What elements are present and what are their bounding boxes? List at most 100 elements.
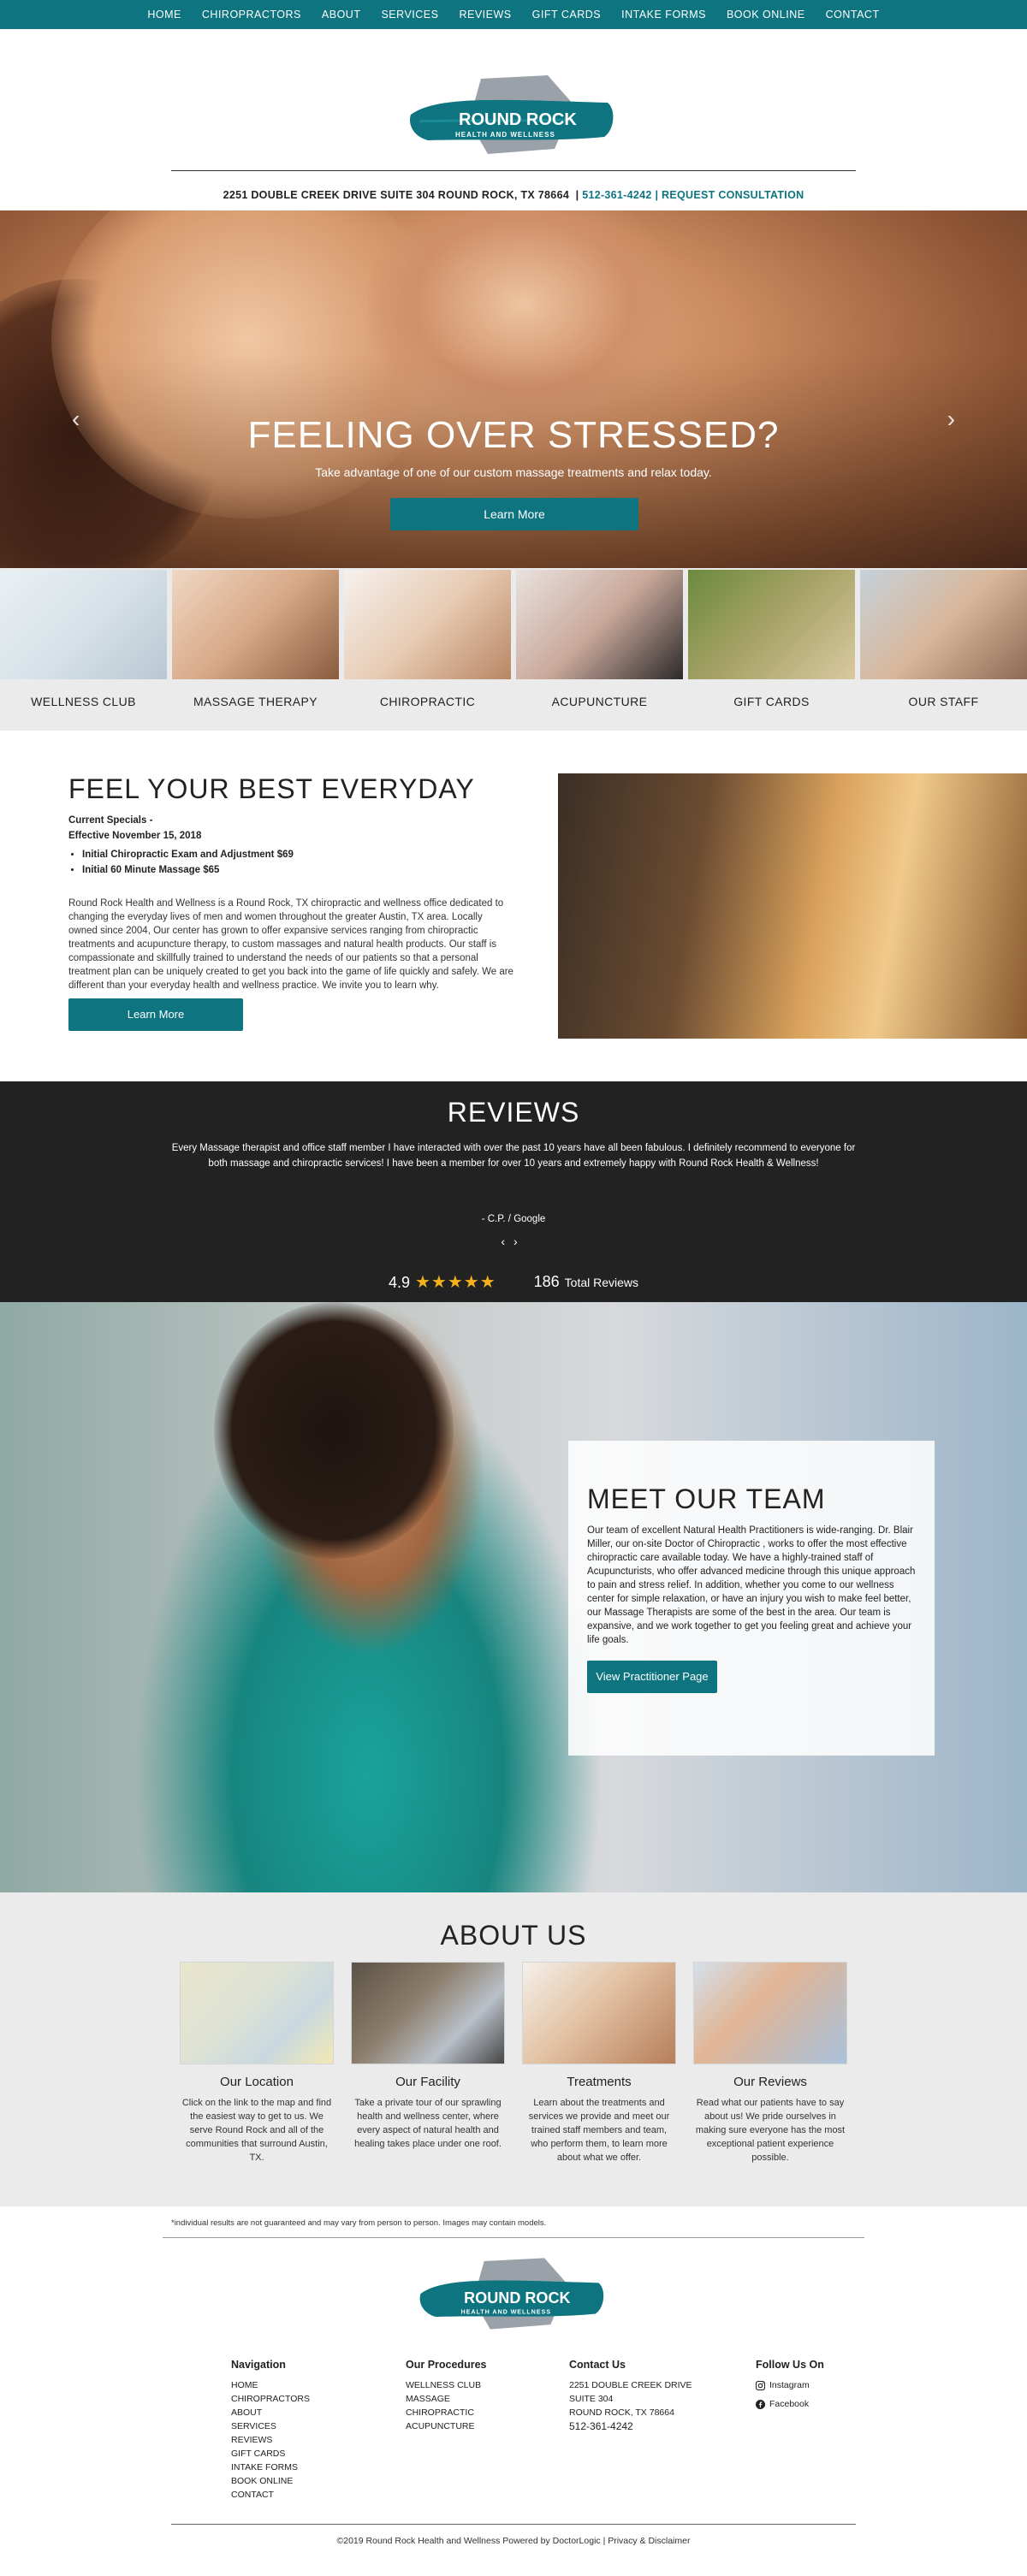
hero-slider: ‹ › FEELING OVER STRESSED? Take advantag…	[0, 210, 1027, 568]
footer-divider	[171, 2524, 856, 2525]
footer-navigation: Navigation HOME CHIROPRACTORS ABOUT SERV…	[231, 2358, 310, 2502]
about-location[interactable]: Our Location Click on the link to the ma…	[180, 1962, 334, 2164]
footer-link-gift-cards[interactable]: GIFT CARDS	[231, 2449, 285, 2459]
social-label: Facebook	[769, 2399, 810, 2409]
footer-heading: Navigation	[231, 2359, 286, 2371]
contact-line: ROUND ROCK, TX 78664	[569, 2407, 674, 2418]
view-practitioner-button[interactable]: View Practitioner Page	[587, 1661, 717, 1693]
about-item-text: Read what our patients have to say about…	[695, 2098, 846, 2163]
total-reviews-count: 186	[533, 1273, 560, 1290]
review-controls: ‹›	[0, 1235, 1027, 1248]
about-item-title: Our Facility	[395, 2075, 460, 2089]
tile-chiropractic[interactable]: CHIROPRACTIC	[344, 570, 511, 731]
about-title: ABOUT US	[440, 1920, 587, 1951]
nav-reviews[interactable]: REVIEWS	[448, 0, 521, 29]
site-header: ROUND ROCK HEALTH AND WELLNESS	[0, 29, 1027, 180]
nav-book-online[interactable]: BOOK ONLINE	[716, 0, 816, 29]
about-facility[interactable]: Our Facility Take a private tour of our …	[351, 1962, 505, 2164]
team-text: Our team of excellent Natural Health Pra…	[587, 1525, 916, 1645]
footer-procedures: Our Procedures WELLNESS CLUB MASSAGE CHI…	[406, 2358, 486, 2433]
request-consultation-link[interactable]: REQUEST CONSULTATION	[662, 189, 804, 201]
nav-contact[interactable]: CONTACT	[816, 0, 890, 29]
logo-text: ROUND ROCK	[459, 110, 577, 129]
facility-image	[351, 1962, 505, 2064]
reviews-image	[693, 1962, 847, 2064]
tile-image	[860, 570, 1027, 679]
specials-date: Effective November 15, 2018	[68, 831, 202, 841]
footer-link-massage[interactable]: MASSAGE	[406, 2394, 450, 2404]
phone-link[interactable]: 512-361-4242	[582, 189, 651, 201]
about-reviews[interactable]: Our Reviews Read what our patients have …	[693, 1962, 847, 2164]
feel-learn-more-button[interactable]: Learn More	[68, 998, 243, 1031]
footer-link-contact[interactable]: CONTACT	[231, 2490, 274, 2500]
site-logo[interactable]: ROUND ROCK HEALTH AND WELLNESS	[402, 70, 625, 159]
runners-photo	[558, 773, 1027, 1039]
facebook-icon	[756, 2399, 765, 2409]
about-grid: Our Location Click on the link to the ma…	[0, 1962, 1027, 2164]
nav-gift-cards[interactable]: GIFT CARDS	[522, 0, 611, 29]
tile-massage-therapy[interactable]: MASSAGE THERAPY	[172, 570, 339, 731]
footer-link-chiropractic[interactable]: CHIROPRACTIC	[406, 2407, 474, 2418]
hero-subtitle: Take advantage of one of our custom mass…	[315, 465, 712, 479]
footer-link-book-online[interactable]: BOOK ONLINE	[231, 2476, 293, 2486]
footer-logo[interactable]: ROUND ROCK HEALTH AND WELLNESS	[411, 2253, 616, 2334]
feel-description: Round Rock Health and Wellness is a Roun…	[68, 898, 514, 991]
tile-label: MASSAGE THERAPY	[193, 695, 318, 708]
tile-image	[172, 570, 339, 679]
current-specials: Current Specials - Effective November 15…	[68, 813, 514, 881]
about-treatments[interactable]: Treatments Learn about the treatments an…	[522, 1962, 676, 2164]
facebook-link[interactable]: Facebook	[756, 2397, 824, 2411]
footer-link-chiropractors[interactable]: CHIROPRACTORS	[231, 2394, 310, 2404]
meet-our-team-section: MEET OUR TEAM Our team of excellent Natu…	[0, 1302, 1027, 1892]
logo-tagline: HEALTH AND WELLNESS	[455, 131, 555, 139]
tile-image	[688, 570, 855, 679]
chevron-right-icon[interactable]: ›	[514, 1235, 526, 1248]
about-us-section: ABOUT US Our Location Click on the link …	[0, 1892, 1027, 2206]
tile-image	[0, 570, 167, 679]
tile-image	[516, 570, 683, 679]
footer-heading: Our Procedures	[406, 2359, 487, 2371]
site-footer: ROUND ROCK HEALTH AND WELLNESS Navigatio…	[0, 2238, 1027, 2576]
footer-link-home[interactable]: HOME	[231, 2380, 258, 2390]
about-item-title: Our Location	[220, 2075, 294, 2089]
nav-about[interactable]: ABOUT	[312, 0, 371, 29]
reviews-section: REVIEWS Every Massage therapist and offi…	[0, 1081, 1027, 1302]
tile-acupuncture[interactable]: ACUPUNCTURE	[516, 570, 683, 731]
instagram-link[interactable]: Instagram	[756, 2378, 824, 2392]
nav-intake-forms[interactable]: INTAKE FORMS	[611, 0, 716, 29]
specials-list: Initial Chiropractic Exam and Adjustment…	[82, 847, 514, 878]
footer-phone-link[interactable]: 512-361-4242	[569, 2420, 633, 2432]
contact-line: SUITE 304	[569, 2394, 614, 2404]
nav-chiropractors[interactable]: CHIROPRACTORS	[192, 0, 312, 29]
tile-label: WELLNESS CLUB	[31, 695, 136, 708]
total-reviews-label: Total Reviews	[564, 1276, 639, 1289]
hero-learn-more-button[interactable]: Learn More	[390, 498, 638, 530]
tile-wellness-club[interactable]: WELLNESS CLUB	[0, 570, 167, 731]
nav-home[interactable]: HOME	[137, 0, 192, 29]
rating-value: 4.9	[388, 1274, 410, 1291]
footer-link-services[interactable]: SERVICES	[231, 2421, 276, 2431]
logo-text: ROUND ROCK	[464, 2289, 570, 2307]
social-label: Instagram	[769, 2380, 810, 2390]
footer-link-reviews[interactable]: REVIEWS	[231, 2435, 272, 2445]
nav-services[interactable]: SERVICES	[371, 0, 448, 29]
footer-link-wellness-club[interactable]: WELLNESS CLUB	[406, 2380, 481, 2390]
footer-link-intake-forms[interactable]: INTAKE FORMS	[231, 2462, 298, 2472]
review-stats: 4.9 ★★★★★ 186 Total Reviews	[0, 1271, 1027, 1293]
contact-line: 2251 DOUBLE CREEK DRIVE	[569, 2380, 692, 2390]
footer-social: Follow Us On Instagram Facebook	[756, 2358, 824, 2416]
about-item-text: Take a private tour of our sprawling hea…	[354, 2098, 502, 2149]
star-rating-icon: ★★★★★	[414, 1273, 496, 1292]
about-item-title: Our Reviews	[733, 2075, 807, 2089]
total-reviews: 186 Total Reviews	[534, 1273, 638, 1291]
chevron-left-icon[interactable]: ‹	[501, 1235, 514, 1248]
footer-link-about[interactable]: ABOUT	[231, 2407, 262, 2418]
tile-our-staff[interactable]: OUR STAFF	[860, 570, 1027, 731]
feel-your-best-section: FEEL YOUR BEST EVERYDAY Current Specials…	[0, 731, 1027, 1081]
logo-tagline: HEALTH AND WELLNESS	[461, 2308, 551, 2316]
treatments-image	[522, 1962, 676, 2064]
tile-label: ACUPUNCTURE	[551, 695, 648, 708]
service-tiles: WELLNESS CLUB MASSAGE THERAPY CHIROPRACT…	[0, 568, 1027, 731]
tile-gift-cards[interactable]: GIFT CARDS	[688, 570, 855, 731]
footer-link-acupuncture[interactable]: ACUPUNCTURE	[406, 2421, 475, 2431]
